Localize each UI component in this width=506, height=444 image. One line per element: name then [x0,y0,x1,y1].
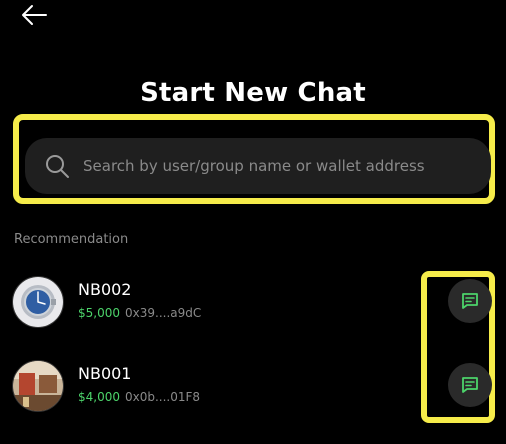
user-meta: $5,000 0x39....a9dC [78,306,201,320]
avatar [12,360,64,412]
start-chat-button[interactable] [448,363,492,407]
start-chat-button[interactable] [448,279,492,323]
chat-bubble-icon [462,377,478,393]
search-input[interactable] [83,138,473,194]
watch-avatar [13,277,63,327]
arrow-left-icon [22,5,47,25]
wallet-address: 0x39....a9dC [125,306,202,320]
search-bar[interactable] [25,138,491,194]
wallet-address: 0x0b....01F8 [125,390,201,404]
user-meta: $4,000 0x0b....01F8 [78,390,200,404]
user-name: NB002 [78,280,132,299]
search-icon [46,155,69,178]
balance-amount: $4,000 [78,390,120,404]
section-label-recommendation: Recommendation [14,232,129,247]
balance-amount: $5,000 [78,306,120,320]
chat-bubble-icon [462,293,478,309]
back-button[interactable] [18,2,50,30]
user-name: NB001 [78,364,132,383]
avatar [12,276,64,328]
page-title: Start New Chat [140,78,366,108]
room-avatar [13,361,63,411]
